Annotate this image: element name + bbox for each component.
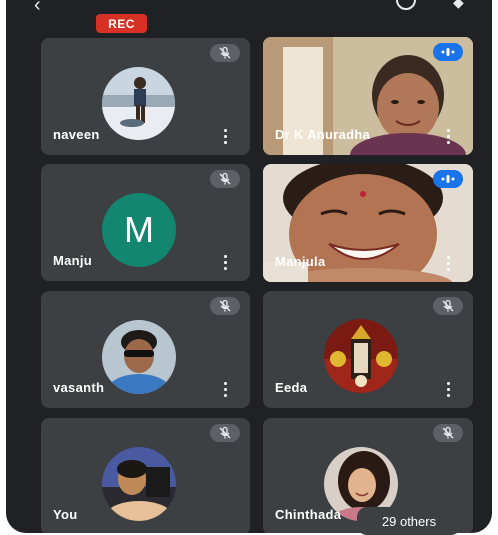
avatar-initial: M (102, 193, 176, 267)
back-arrow-icon[interactable]: ‹ (34, 0, 41, 17)
participant-tile-naveen[interactable]: naveen (41, 38, 250, 155)
mic-off-icon (210, 44, 240, 62)
participant-name: vasanth (53, 380, 105, 395)
participant-name: Eeda (275, 380, 308, 395)
more-vert-icon[interactable] (446, 256, 450, 271)
avatar (324, 319, 398, 393)
avatar (102, 320, 176, 394)
participant-name: naveen (53, 127, 100, 142)
more-vert-icon[interactable] (446, 129, 450, 144)
meeting-screen: ‹ REC ◆ naveen Dr K Anuradha M Manju Man… (6, 0, 492, 533)
camera-switch-icon[interactable] (396, 0, 416, 10)
participant-name: Manjula (275, 254, 326, 269)
participant-name: Manju (53, 253, 93, 268)
mic-off-icon (433, 297, 463, 315)
more-vert-icon[interactable] (223, 382, 227, 397)
others-count-button[interactable]: 29 others (357, 507, 461, 535)
participant-tile-eeda[interactable]: Eeda (263, 291, 473, 408)
mic-off-icon (210, 424, 240, 442)
avatar: M (102, 193, 176, 267)
more-vert-icon[interactable] (446, 382, 450, 397)
avatar (102, 447, 176, 521)
more-vert-icon[interactable] (223, 255, 227, 270)
participant-name: Dr K Anuradha (275, 127, 371, 142)
participant-tile-vasanth[interactable]: vasanth (41, 291, 250, 408)
participant-tile-manjula[interactable]: Manjula (263, 164, 473, 282)
audio-level-icon (433, 43, 463, 61)
mic-off-icon (210, 170, 240, 188)
top-bar: ‹ REC ◆ (6, 0, 492, 34)
participant-tile-manju[interactable]: M Manju (41, 164, 250, 281)
participant-tile-you[interactable]: You (41, 418, 250, 533)
more-vert-icon[interactable] (223, 129, 227, 144)
audio-level-icon (433, 170, 463, 188)
participant-tile-dr-k-anuradha[interactable]: Dr K Anuradha (263, 37, 473, 155)
audio-output-icon[interactable]: ◆ (453, 0, 464, 11)
participant-name: Chinthada (275, 507, 342, 522)
avatar (102, 67, 175, 140)
mic-off-icon (433, 424, 463, 442)
participant-name: You (53, 507, 78, 522)
mic-off-icon (210, 297, 240, 315)
recording-badge: REC (96, 14, 147, 33)
